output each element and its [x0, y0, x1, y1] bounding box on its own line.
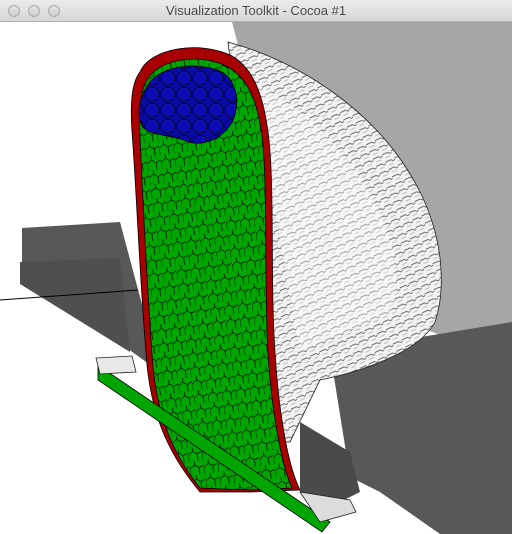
title-bar[interactable]: Visualization Toolkit - Cocoa #1: [0, 0, 512, 22]
base-end-cap: [95, 355, 137, 375]
blue-region: [138, 65, 237, 144]
vtk-render-canvas[interactable]: [0, 22, 512, 534]
render-viewport[interactable]: [0, 22, 512, 534]
window-title: Visualization Toolkit - Cocoa #1: [165, 3, 347, 18]
floor-shadow-left-lower: [20, 258, 130, 352]
vtk-window: Visualization Toolkit - Cocoa #1: [0, 0, 512, 534]
